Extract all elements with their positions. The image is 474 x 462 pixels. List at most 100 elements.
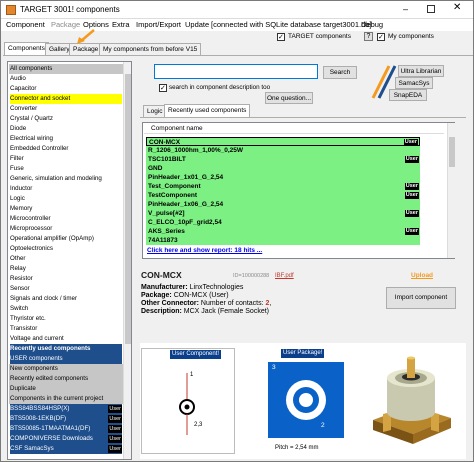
samacsys-button[interactable]: SamacSys <box>395 77 433 89</box>
component-row[interactable]: V_pulse[#2] User <box>146 209 420 218</box>
ultra-librarian-button[interactable]: Ultra Librarian <box>398 65 444 77</box>
show-report-link[interactable]: Click here and show report: 18 hits ... <box>147 247 262 254</box>
category-item[interactable]: Embedded Controller <box>10 144 122 154</box>
category-item[interactable]: Resistor <box>10 274 122 284</box>
category-item[interactable]: New components <box>9 364 123 374</box>
user-badge: User <box>108 405 122 413</box>
category-item-label: Converter <box>10 105 38 112</box>
category-item[interactable]: Transistor <box>10 324 122 334</box>
component-row[interactable]: CON-MCX User <box>146 137 420 146</box>
category-item[interactable]: Capacitor <box>10 84 122 94</box>
category-item[interactable]: Switch <box>10 304 122 314</box>
component-row[interactable]: R_1206_1000hm_1,00%_0,25W <box>146 146 420 155</box>
category-item[interactable]: Logic <box>10 194 122 204</box>
contacts-suffix: , <box>269 300 272 307</box>
import-component-button[interactable]: Import component <box>386 287 456 309</box>
category-item[interactable]: Audio <box>10 74 122 84</box>
category-item[interactable]: Connector and socket <box>10 94 122 104</box>
component-row[interactable]: AKS_Series User <box>146 227 420 236</box>
search-button[interactable]: Search <box>323 66 357 79</box>
category-item[interactable]: Memory <box>10 204 122 214</box>
category-item[interactable]: Electrical wiring <box>10 134 122 144</box>
component-row-name: PinHeader_1x01_G_2,54 <box>148 174 224 181</box>
category-list[interactable]: All components Audio Capacitor Connector an… <box>7 61 132 460</box>
category-item-label: Sensor <box>10 285 30 292</box>
menu-import-export[interactable]: Import/Export <box>136 20 181 29</box>
category-item[interactable]: Other <box>10 254 122 264</box>
category-item[interactable]: Thyristor etc. <box>10 314 122 324</box>
category-item-label: BTS50085-1TMAATMA1(DF) <box>10 425 91 432</box>
target-components-checkbox[interactable] <box>277 33 285 41</box>
category-scroll-thumb[interactable] <box>125 74 131 344</box>
category-item[interactable]: Signals and clock / timer <box>10 294 122 304</box>
search-input[interactable] <box>154 64 318 79</box>
category-item[interactable]: BSS84BSS84HSP(X) User <box>10 404 122 414</box>
category-item[interactable]: Optoelectronics <box>10 244 122 254</box>
category-item[interactable]: All components <box>9 64 123 74</box>
menu-component[interactable]: Component <box>6 20 45 29</box>
component-row[interactable]: C_ELCO_10pF_grid2,54 <box>146 218 420 227</box>
package-value: CON-MCX (User) <box>173 292 229 299</box>
package-preview: User Package! 3 2 Pitch = 2,54 mm <box>263 348 347 454</box>
category-item[interactable]: Relay <box>10 264 122 274</box>
component-row[interactable]: PinHeader_1x01_G_2,54 <box>146 173 420 182</box>
minimize-icon[interactable]: – <box>403 4 413 14</box>
component-row[interactable]: PinHeader_1x06_G_2,54 <box>146 200 420 209</box>
maximize-icon[interactable] <box>427 5 435 13</box>
search-description-checkbox[interactable] <box>159 84 167 92</box>
menu-extra[interactable]: Extra <box>112 20 130 29</box>
component-row[interactable]: TSC101BILT User <box>146 155 420 164</box>
one-question-button[interactable]: One question... <box>265 92 313 104</box>
category-item[interactable]: Microcontroller <box>10 214 122 224</box>
menu-update[interactable]: Update <box>185 20 209 29</box>
search-description-label: search in component description too <box>169 84 271 91</box>
component-row-name: V_pulse[#2] <box>148 210 185 217</box>
category-item[interactable]: Duplicate <box>9 384 123 394</box>
category-item[interactable]: Generic, simulation and modeling <box>10 174 122 184</box>
component-row[interactable]: TestComponent User <box>146 191 420 200</box>
category-item[interactable]: USER components <box>10 354 122 364</box>
component-row[interactable]: Test_Component User <box>146 182 420 191</box>
subtab-border <box>140 117 466 118</box>
my-components-checkbox[interactable] <box>377 33 385 41</box>
tab-components[interactable]: Components <box>4 42 49 55</box>
category-item[interactable]: Diode <box>10 124 122 134</box>
category-item[interactable]: Filter <box>10 154 122 164</box>
upload-link[interactable]: Upload <box>411 272 433 279</box>
category-item[interactable]: COMPONIVERSE Downloads User <box>10 434 122 444</box>
tab-logic[interactable]: Logic <box>143 105 167 117</box>
category-item[interactable]: Sensor <box>10 284 122 294</box>
category-item[interactable]: Recently edited components <box>9 374 123 384</box>
category-item[interactable]: Inductor <box>10 184 122 194</box>
menu-debug[interactable]: Debug <box>361 20 383 29</box>
component-list-scrollbar[interactable] <box>447 123 455 258</box>
close-icon[interactable]: ✕ <box>453 2 461 13</box>
category-item[interactable]: BTS50085-1TMAATMA1(DF) User <box>10 424 122 434</box>
category-item[interactable]: Recently used components <box>10 344 122 354</box>
help-icon[interactable]: ? <box>364 32 373 41</box>
3d-connector-icon <box>373 356 451 444</box>
category-item[interactable]: BTS5008-1EKB(DF) User <box>10 414 122 424</box>
component-scroll-thumb[interactable] <box>449 137 455 167</box>
component-row[interactable]: GND <box>146 164 420 173</box>
list-header: Component name <box>144 124 444 134</box>
category-item[interactable]: Components in the current project <box>9 394 123 404</box>
category-item-label: Fuse <box>10 165 24 172</box>
component-list[interactable]: Component name CON-MCX User R_1206_1000hm_… <box>142 122 455 259</box>
category-item-label: Generic, simulation and modeling <box>10 175 102 182</box>
user-badge: User <box>404 156 419 163</box>
category-item[interactable]: Fuse <box>10 164 122 174</box>
symbol-preview: User Component! 1 2,3 <box>141 348 235 454</box>
tab-my-components-v15[interactable]: My components from before V15 <box>99 43 202 55</box>
snapeda-button[interactable]: SnapEDA <box>389 89 427 101</box>
category-item[interactable]: Voltage and current <box>10 334 122 344</box>
category-item[interactable]: Operational amplifier (OpAmp) <box>10 234 122 244</box>
category-item[interactable]: Crystal / Quartz <box>10 114 122 124</box>
detail-pdf-link[interactable]: IBF.pdf <box>275 273 294 279</box>
tab-recently-used[interactable]: Recently used components <box>164 104 251 117</box>
category-item[interactable]: Converter <box>10 104 122 114</box>
component-row[interactable]: 74A11873 <box>146 236 420 245</box>
category-scrollbar[interactable] <box>123 62 131 459</box>
category-item[interactable]: Microprocessor <box>10 224 122 234</box>
category-item[interactable]: CSF SamacSys User <box>10 444 122 454</box>
